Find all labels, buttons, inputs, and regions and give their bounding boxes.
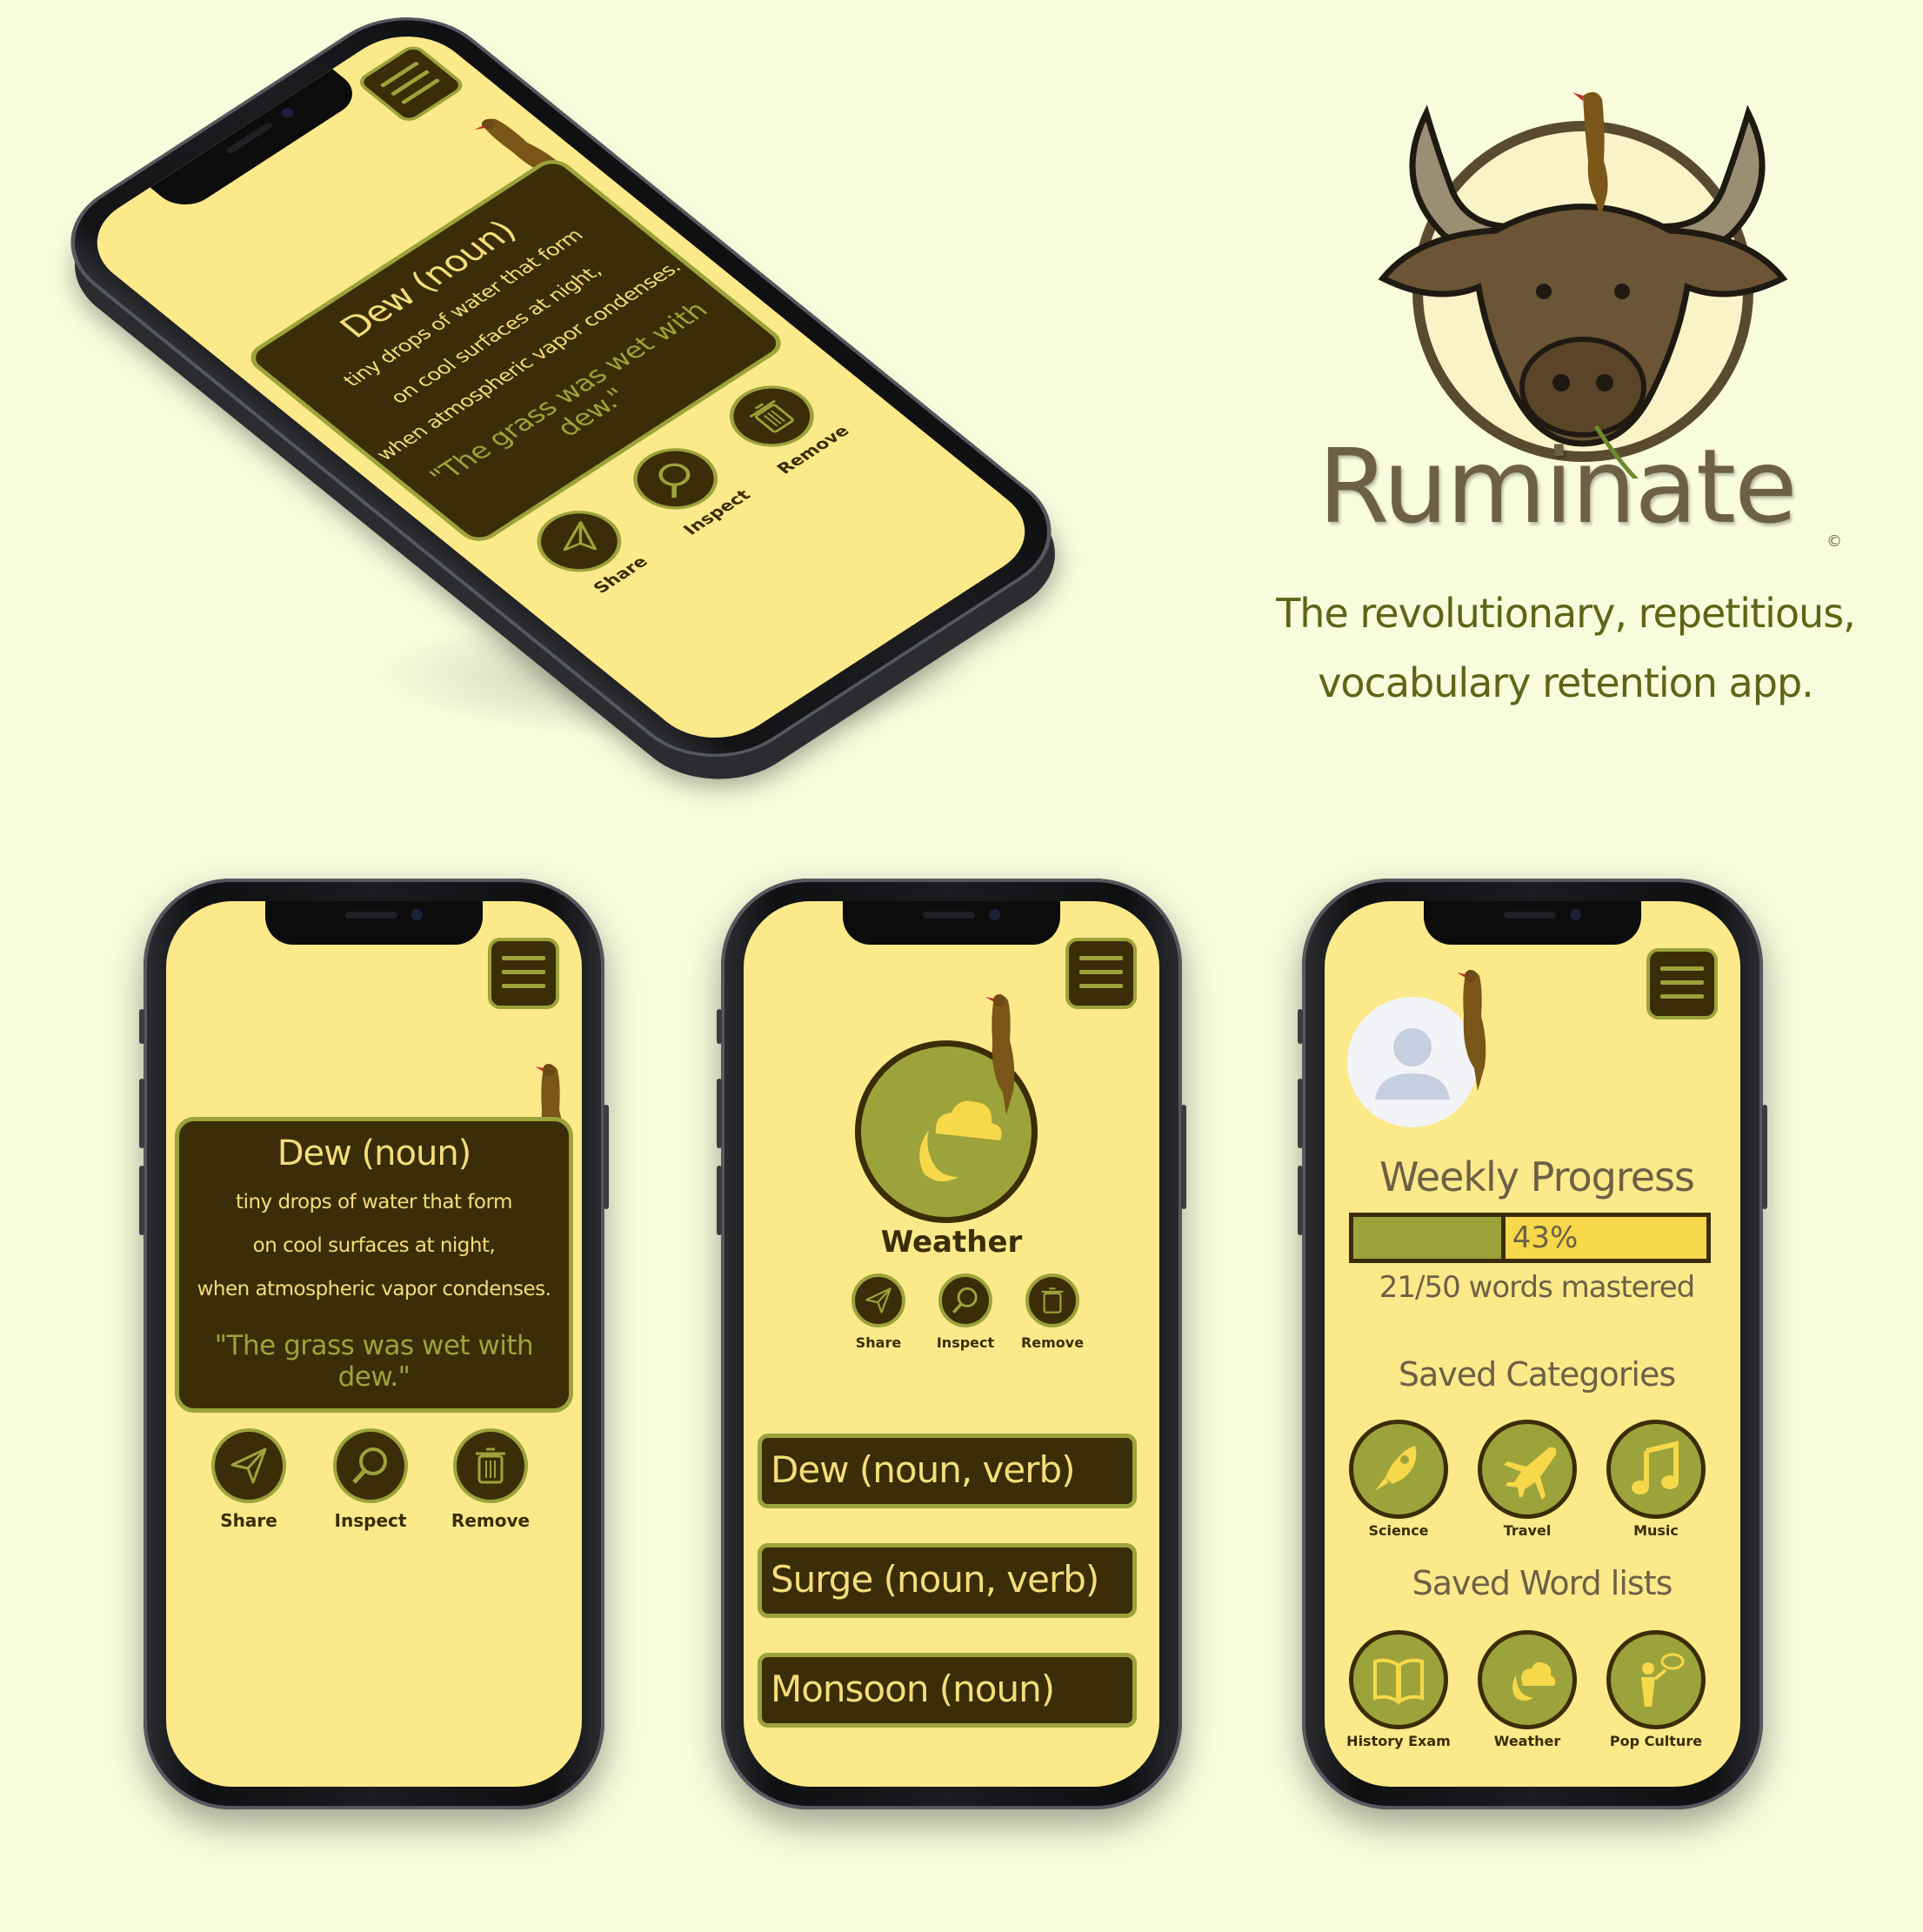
definition-line: tiny drops of water that form (236, 1191, 512, 1213)
buffalo-logo-icon (1378, 91, 1788, 478)
progress-percent: 43% (1512, 1220, 1579, 1255)
progress-fill (1353, 1217, 1506, 1259)
music-note-icon (1632, 1441, 1679, 1494)
tilted-phone-mockup: Dew (noun) tiny drops of water that form… (34, 0, 1113, 784)
paper-plane-icon (563, 521, 598, 552)
oxpecker-bird-icon (985, 994, 1015, 1115)
showcase-stage: Dew (noun) tiny drops of water that form… (0, 0, 1923, 1932)
magnifier-icon (352, 1447, 387, 1484)
phone-screen: Dew (noun) tiny drops of water that form… (166, 901, 582, 1787)
trash-icon (749, 399, 794, 433)
word-title: Dew (noun) (277, 1133, 472, 1173)
definition-line: when atmospheric vapor condenses. (197, 1278, 551, 1300)
saved-categories-title: Saved Categories (1398, 1355, 1676, 1394)
notch (265, 901, 483, 945)
mastered-count: 21/50 words mastered (1379, 1270, 1696, 1305)
menu-button[interactable] (354, 42, 468, 125)
oxpecker-bird-icon (1457, 970, 1486, 1091)
notch (150, 69, 365, 214)
paper-plane-icon (865, 1287, 891, 1314)
notch (843, 901, 1060, 945)
magnifier-icon (658, 463, 691, 498)
phone-screen: Dew (noun) tiny drops of water that form… (70, 17, 1052, 758)
tagline-line: vocabulary retention app. (1318, 659, 1814, 706)
word-list-label: Pop Culture (1609, 1733, 1703, 1749)
weekly-progress-title: Weekly Progress (1379, 1153, 1695, 1200)
phone-category: Weather Share Inspect Remove Dew (noun, … (717, 879, 1186, 1809)
progress-bar: 43% (1349, 1213, 1711, 1263)
phone-screen: Weekly Progress 43% 21/50 words mastered… (1325, 901, 1740, 1787)
menu-button[interactable] (1646, 948, 1718, 1019)
open-book-icon (1373, 1658, 1424, 1705)
word-list-item[interactable]: Monsoon (noun) (758, 1653, 1137, 1728)
person-speech-icon (1641, 1653, 1685, 1707)
inspect-button[interactable]: Inspect (323, 1428, 418, 1531)
menu-button[interactable] (1065, 938, 1137, 1009)
phone-screen: Weather Share Inspect Remove Dew (noun, … (744, 901, 1159, 1787)
word-list-label: History Exam (1346, 1733, 1451, 1749)
word-list-label: Weather (1493, 1733, 1561, 1749)
category-label: Science (1368, 1522, 1429, 1539)
magnifier-icon (951, 1287, 978, 1314)
trash-icon (1041, 1287, 1064, 1314)
share-button[interactable]: Share (201, 1428, 297, 1531)
paper-plane-icon (230, 1447, 267, 1484)
remove-button[interactable]: Remove (443, 1428, 538, 1531)
copyright-mark: © (1826, 532, 1842, 551)
word-list-pop-culture[interactable]: Pop Culture (1599, 1630, 1713, 1749)
word-list-item[interactable]: Surge (noun, verb) (758, 1543, 1137, 1618)
inspect-label: Inspect (334, 1510, 407, 1531)
remove-button[interactable]: Remove (1013, 1274, 1092, 1351)
rocket-icon (1375, 1446, 1417, 1491)
category-travel[interactable]: Travel (1471, 1420, 1584, 1539)
definition-line: on cool surfaces at night, (252, 1234, 496, 1257)
category-label: Music (1633, 1522, 1679, 1539)
saved-word-lists-title: Saved Word lists (1412, 1564, 1673, 1602)
notch (1424, 901, 1641, 945)
inspect-button[interactable]: Inspect (926, 1274, 1005, 1351)
word-list-item[interactable]: Dew (noun, verb) (758, 1434, 1137, 1508)
menu-button[interactable] (488, 938, 559, 1009)
word-list-history-exam[interactable]: History Exam (1342, 1630, 1455, 1749)
remove-label: Remove (451, 1510, 531, 1531)
inspect-label: Inspect (936, 1334, 995, 1351)
share-label: Share (220, 1510, 277, 1531)
word-list-weather[interactable]: Weather (1471, 1630, 1584, 1749)
airplane-icon (1504, 1447, 1557, 1500)
phone-definition: Dew (noun) tiny drops of water that form… (139, 879, 609, 1809)
tagline: The revolutionary, repetitious, vocabula… (1235, 578, 1896, 718)
share-label: Share (855, 1334, 902, 1351)
tagline-line: The revolutionary, repetitious, (1276, 590, 1856, 637)
example-sentence: "The grass was wet with dew." (214, 1330, 534, 1393)
category-science[interactable]: Science (1342, 1420, 1455, 1539)
phone-profile: Weekly Progress 43% 21/50 words mastered… (1298, 879, 1767, 1809)
category-music[interactable]: Music (1599, 1420, 1713, 1539)
category-title: Weather (880, 1225, 1023, 1260)
cloud-moon-icon (1512, 1661, 1556, 1701)
definition-card: Dew (noun) tiny drops of water that form… (175, 1117, 573, 1413)
remove-label: Remove (1020, 1334, 1085, 1351)
app-name: Ruminate (1318, 426, 1797, 546)
trash-icon (476, 1447, 505, 1484)
category-label: Travel (1503, 1522, 1552, 1539)
share-button[interactable]: Share (839, 1274, 918, 1351)
